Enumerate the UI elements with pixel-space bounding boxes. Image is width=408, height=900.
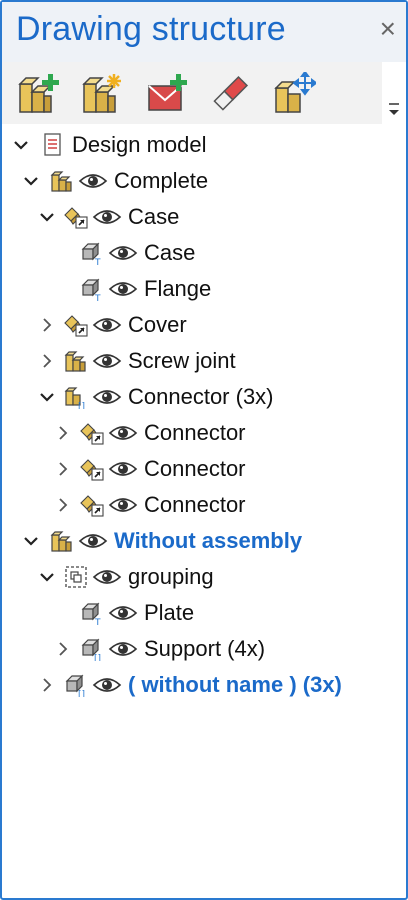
tree-row-case-group[interactable]: Case <box>38 199 179 235</box>
visibility-eye-icon[interactable] <box>108 603 138 623</box>
visibility-eye-icon[interactable] <box>92 387 122 407</box>
chevron-down-icon[interactable] <box>38 388 56 406</box>
visibility-eye-icon[interactable] <box>78 531 108 551</box>
chevron-down-icon[interactable] <box>22 532 40 550</box>
svg-text:[]: [] <box>78 402 85 409</box>
svg-text:T: T <box>94 294 101 301</box>
linked-assembly-icon <box>80 421 104 445</box>
visibility-eye-icon[interactable] <box>92 675 122 695</box>
tree-row-connector[interactable]: Connector <box>54 415 246 451</box>
visibility-eye-icon[interactable] <box>108 423 138 443</box>
visibility-eye-icon[interactable] <box>108 639 138 659</box>
svg-text:[]: [] <box>78 690 85 697</box>
toolbar <box>2 62 406 124</box>
visibility-eye-icon[interactable] <box>92 567 122 587</box>
chevron-down-icon[interactable] <box>22 172 40 190</box>
part-icon: T <box>80 241 104 268</box>
tree-label: Connector (3x) <box>128 384 274 409</box>
chevron-right-icon[interactable] <box>54 640 72 658</box>
part-group-icon: [] <box>80 637 104 664</box>
tree-label: Flange <box>144 276 212 301</box>
visibility-eye-icon[interactable] <box>78 171 108 191</box>
tree-row-connector[interactable]: Connector <box>54 451 246 487</box>
tree-label: Case <box>128 204 180 229</box>
chevron-down-icon[interactable] <box>38 568 56 586</box>
visibility-eye-icon[interactable] <box>92 351 122 371</box>
chevron-right-icon[interactable] <box>54 424 72 442</box>
tree-label: Connector <box>144 456 246 481</box>
tree-row-without-assembly[interactable]: Without assembly <box>22 523 302 559</box>
move-assembly-icon[interactable] <box>272 70 318 116</box>
tree-label: Complete <box>114 168 209 193</box>
visibility-eye-icon[interactable] <box>108 495 138 515</box>
linked-assembly-icon <box>80 457 104 481</box>
tree-row-without-name[interactable]: [] ( without name ) (3x) <box>38 667 342 703</box>
tree-row-design-model[interactable]: Design model <box>12 127 207 163</box>
tree-label: Connector <box>144 420 246 445</box>
tree-row-cover[interactable]: Cover <box>38 307 187 343</box>
tree-label: Support (4x) <box>144 636 266 661</box>
close-icon[interactable]: × <box>380 14 396 44</box>
visibility-eye-icon[interactable] <box>92 207 122 227</box>
assembly-icon <box>64 349 88 373</box>
tree-label: ( without name ) (3x) <box>128 672 342 697</box>
tree-label: Without assembly <box>114 528 303 553</box>
assembly-icon <box>50 529 74 553</box>
tree-row-case-part[interactable]: T Case <box>80 235 195 271</box>
tree-row-complete[interactable]: Complete <box>22 163 208 199</box>
visibility-eye-icon[interactable] <box>92 315 122 335</box>
svg-text:T: T <box>94 258 101 265</box>
svg-text:T: T <box>94 618 101 625</box>
tree-label: Case <box>144 240 196 265</box>
linked-assembly-icon <box>64 313 88 337</box>
linked-assembly-icon <box>80 493 104 517</box>
tree-row-flange[interactable]: T Flange <box>80 271 211 307</box>
tree-row-support[interactable]: [] Support (4x) <box>54 631 265 667</box>
tree-label: Design model <box>72 132 207 157</box>
new-assembly-star-icon[interactable] <box>80 72 124 116</box>
assembly-group-icon: [] <box>64 385 88 412</box>
assembly-icon <box>50 169 74 193</box>
tree-row-connector[interactable]: Connector <box>54 487 246 523</box>
new-assembly-icon[interactable] <box>16 72 60 116</box>
tree-label: Screw joint <box>128 348 236 373</box>
tree-row-grouping[interactable]: grouping <box>38 559 214 595</box>
tree-label: grouping <box>128 564 214 589</box>
chevron-right-icon[interactable] <box>54 496 72 514</box>
svg-text:[]: [] <box>94 654 101 661</box>
part-group-icon: [] <box>64 673 88 700</box>
chevron-right-icon[interactable] <box>38 316 56 334</box>
chevron-down-icon[interactable] <box>38 208 56 226</box>
chevron-right-icon[interactable] <box>38 676 56 694</box>
part-icon: T <box>80 277 104 304</box>
visibility-eye-icon[interactable] <box>108 279 138 299</box>
visibility-eye-icon[interactable] <box>108 243 138 263</box>
tree-label: Connector <box>144 492 246 517</box>
add-envelope-icon[interactable] <box>146 72 190 116</box>
tree-row-plate[interactable]: T Plate <box>80 595 194 631</box>
chevron-right-icon[interactable] <box>38 352 56 370</box>
toolbar-overflow-button[interactable] <box>382 62 406 124</box>
linked-assembly-icon <box>64 205 88 229</box>
panel-title: Drawing structure <box>16 10 286 48</box>
drawing-structure-panel: Drawing structure × Design model Complet… <box>0 0 408 900</box>
visibility-eye-icon[interactable] <box>108 459 138 479</box>
part-icon: T <box>80 601 104 628</box>
tree-row-screw-joint[interactable]: Screw joint <box>38 343 236 379</box>
title-bar: Drawing structure × <box>2 2 406 62</box>
tree-label: Cover <box>128 312 187 337</box>
chevron-right-icon[interactable] <box>54 460 72 478</box>
tree-label: Plate <box>144 600 195 625</box>
tree-row-connector-group[interactable]: [] Connector (3x) <box>38 379 274 415</box>
chevron-down-icon[interactable] <box>12 136 30 154</box>
document-icon <box>40 133 64 157</box>
grouping-icon <box>64 565 88 589</box>
eraser-icon[interactable] <box>208 72 252 116</box>
